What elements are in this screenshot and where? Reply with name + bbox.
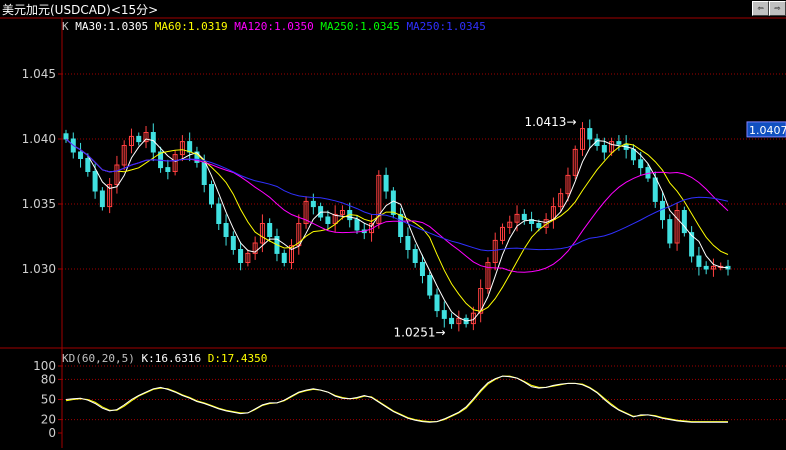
- candle-body: [187, 141, 193, 153]
- ma60-line: [65, 138, 729, 312]
- candle-body: [638, 159, 644, 169]
- kd-y-tick-label: 80: [41, 372, 56, 386]
- price-annotation: 1.0413→: [524, 115, 576, 129]
- candle-body: [390, 190, 396, 215]
- candle-body: [201, 161, 207, 185]
- candle-body: [652, 177, 658, 202]
- kd-legend-k: K:16.6316: [141, 352, 202, 365]
- candle-body: [696, 255, 702, 267]
- y-tick-label: 1.030: [22, 262, 56, 276]
- legend-ma30: MA30:1.0305: [75, 20, 149, 33]
- candle-body: [310, 200, 316, 208]
- y-tick-label: 1.045: [22, 67, 56, 81]
- candle-body: [587, 128, 593, 140]
- kd-y-tick-label: 0: [48, 426, 56, 440]
- candle-body: [216, 203, 222, 224]
- chart-area: 1.045 1.040 1.035 1.030 10080 50 200 1.0413→ 1.0…: [0, 17, 786, 448]
- candle-body: [325, 216, 331, 224]
- candle-body: [281, 252, 287, 263]
- candle-body: [267, 223, 273, 237]
- candle-body: [85, 158, 91, 172]
- legend-ma60: MA60:1.0319: [154, 20, 228, 33]
- candle-body: [449, 317, 455, 325]
- legend-k-label: K: [62, 20, 69, 33]
- legend-ma250a: MA250:1.0345: [320, 20, 400, 33]
- candle-body: [616, 141, 622, 145]
- candle-body: [660, 200, 666, 221]
- candle-body: [405, 236, 411, 250]
- candle-body: [536, 223, 542, 228]
- candle-body: [238, 249, 244, 263]
- kd-y-tick-label: 50: [41, 393, 56, 407]
- candle-body: [63, 133, 69, 140]
- legend-ma120: MA120:1.0350: [234, 20, 314, 33]
- kd-y-tick-label: 20: [41, 413, 56, 427]
- candle-body: [208, 184, 214, 205]
- kd-y-tick-label: 100: [33, 359, 56, 373]
- ma250-line: [65, 138, 729, 252]
- candle-body: [78, 151, 84, 159]
- candle-body: [223, 223, 229, 237]
- candle-body: [354, 219, 360, 231]
- ma30-line: [65, 138, 729, 322]
- candle-body: [630, 148, 636, 161]
- candle-body: [601, 145, 607, 153]
- kd-legend-name: KD(60,20,5): [62, 352, 135, 365]
- candle-body: [441, 310, 447, 319]
- legend-ma250b: MA250:1.0345: [406, 20, 486, 33]
- kd-legend-d: D:17.4350: [207, 352, 268, 365]
- candle-body: [92, 171, 98, 192]
- kd-legend: KD(60,20,5) K:16.6316 D:17.4350: [62, 352, 267, 365]
- y-tick-label: 1.035: [22, 197, 56, 211]
- y-tick-label: 1.040: [22, 132, 56, 146]
- candle-body: [398, 213, 404, 237]
- candle-body: [99, 190, 105, 208]
- candle-body: [521, 213, 527, 221]
- candle-body: [136, 135, 142, 143]
- ma-legend: K MA30:1.0305 MA60:1.0319 MA120:1.0350 M…: [62, 20, 486, 33]
- ma120-line: [65, 138, 729, 273]
- candle-body: [427, 275, 433, 296]
- current-price-label: 1.0407: [749, 124, 786, 137]
- kd-k-line: [65, 375, 728, 423]
- candle-body: [681, 210, 687, 234]
- candle-body: [703, 265, 709, 270]
- candle-body: [434, 294, 440, 312]
- candle-body: [165, 167, 171, 173]
- candle-body: [667, 219, 673, 244]
- candle-body: [230, 236, 236, 250]
- candle-body: [412, 249, 418, 263]
- candle-body: [419, 262, 425, 276]
- price-annotation: 1.0251→: [394, 326, 446, 340]
- candle-body: [383, 174, 389, 192]
